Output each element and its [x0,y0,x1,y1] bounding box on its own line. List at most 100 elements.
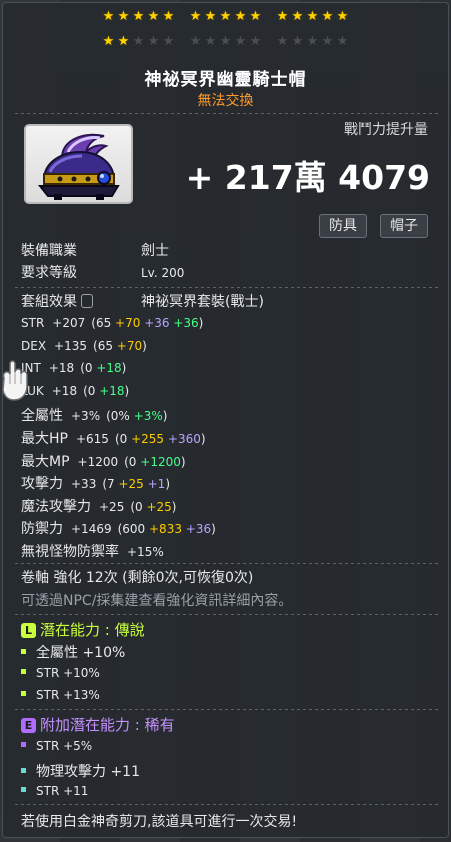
item-name: 神祕冥界幽靈騎士帽 [144,70,307,90]
stat-breakdown: ) [200,432,206,446]
star-filled-icon: ★ [162,9,175,24]
scroll-upgrade-hint: 可透過NPC/採集建查看強化資訊詳細內容。 [21,593,293,609]
star-filled-icon: ★ [132,9,145,24]
stat-breakdown: ) [211,522,216,537]
stat-total: +33 [71,477,97,492]
potential-text: 全屬性 +10% [36,645,126,661]
stat-row: 魔法攻擊力 +25 (0 +25) [21,496,176,516]
stat-row: 攻擊力 +33 (7 +25 +1) [21,473,170,493]
bonus-potential-header: E 附加潛在能力 : 稀有 [21,714,175,735]
star-filled-icon: ★ [234,9,247,24]
bullet-icon [21,668,26,674]
star-filled-icon: ★ [291,9,304,24]
job-row: 裝備職業 劍士 [21,240,169,260]
star-filled-icon: ★ [336,9,349,24]
tag-hat: 帽子 [380,214,428,238]
bullet-icon [21,742,26,747]
level-value: Lv. 200 [141,266,185,280]
stat-breakdown: +36 [144,316,170,330]
stat-breakdown: (7 [102,477,119,492]
stat-label: 最大HP [21,431,68,447]
potential-line: 全屬性 +10% [21,642,125,662]
stat-breakdown: (600 [117,522,149,537]
divider [15,804,438,805]
bonus-potential-grade: 稀有 [144,716,175,734]
combat-power-label: 戰鬥力提升量 [344,122,428,138]
stat-total: +615 [75,432,109,446]
stat-total: +1200 [77,454,119,469]
star-empty-icon: ★ [249,34,262,49]
potential-grade: 傳說 [114,621,145,639]
level-label: 要求等級 [21,265,77,281]
stat-label: 全屬性 [21,408,63,425]
potential-line: STR +13% [21,687,100,703]
stat-breakdown: ) [142,338,147,353]
star-empty-icon: ★ [219,34,232,49]
stat-row: 最大HP +615 (0 +255 +360) [21,428,206,448]
stat-breakdown: ) [165,477,171,492]
stat-breakdown: +70 [116,338,143,353]
stat-breakdown: +18 [99,383,125,398]
stat-total: +18 [48,361,75,376]
stat-breakdown: (0 [80,361,97,376]
stat-breakdown: +1 [147,477,166,492]
stat-breakdown: +70 [115,316,141,330]
star-empty-icon: ★ [321,34,334,49]
stat-label: 攻擊力 [21,476,63,493]
epic-badge-icon: E [21,718,36,733]
stat-breakdown: (0 [83,383,100,398]
potential-line: STR +10% [21,665,100,681]
footer-note: 若使用白金神奇剪刀,該道具可進行一次交易! [21,814,298,830]
potential-text: STR +11 [36,784,89,798]
potential-text: STR +10% [36,665,100,680]
stat-row: 全屬性 +3% (0% +3%) [21,405,167,425]
stat-breakdown: +25 [146,499,172,514]
bullet-icon [21,691,26,696]
star-group: ★ ★ ★ ★ ★ [189,10,262,23]
divider [15,709,438,710]
star-filled-icon: ★ [102,9,115,24]
stat-breakdown: +18 [96,361,122,376]
stat-breakdown: +36 [173,316,199,330]
stat-total: +207 [52,316,86,330]
potential-header: L 潛在能力 : 傳說 [21,619,145,640]
stat-breakdown: ) [171,499,177,514]
stat-breakdown: +36 [185,522,212,537]
potential-line: STR +11 [21,783,88,799]
bullet-icon [21,787,26,792]
stat-label: 魔法攻擊力 [21,498,91,515]
divider [15,563,438,564]
star-group: ★ ★ ★ ★ ★ [276,35,349,48]
star-group: ★ ★ ★ ★ ★ [102,10,175,23]
job-label: 裝備職業 [21,243,77,259]
trade-status: 無法交換 [197,93,254,109]
potential-text: STR +5% [36,739,93,753]
star-empty-icon: ★ [132,34,145,49]
star-filled-icon: ★ [147,9,160,24]
stat-breakdown: +833 [149,522,182,537]
potential-title: 潛在能力 [40,621,101,639]
star-filled-icon: ★ [117,9,130,24]
star-empty-icon: ★ [291,34,304,49]
scroll-upgrade-text: 卷軸 強化 12次 (剩餘0次,可恢復0次) [21,570,254,586]
star-filled-icon: ★ [321,9,334,24]
star-empty-icon: ★ [204,34,217,49]
bullet-icon [21,767,26,773]
stat-breakdown: (0% [106,409,134,424]
star-empty-icon: ★ [162,34,175,49]
star-filled-icon: ★ [219,9,232,24]
glove-cursor-icon [2,360,28,401]
stat-breakdown: +255 [131,432,165,446]
star-group: ★ ★ ★ ★ ★ [276,10,349,23]
potential-text: 物理攻擊力 +11 [36,763,140,780]
stat-total: +25 [99,499,125,514]
star-force-row-1: ★ ★ ★ ★ ★ ★ ★ ★ ★ ★ ★ ★ ★ ★ ★ [3,10,448,23]
bonus-potential-title: 附加潛在能力 [40,716,131,734]
star-group: ★ ★ ★ ★ ★ [102,35,175,48]
stat-row: STR +207 (65 +70 +36 +36) [21,315,203,331]
helmet-icon [37,133,120,200]
stat-breakdown: ) [121,361,127,376]
stat-breakdown: (0 [130,499,147,514]
star-force-row-2: ★ ★ ★ ★ ★ ★ ★ ★ ★ ★ ★ ★ ★ ★ ★ [3,35,448,48]
stat-total: +15% [127,545,164,559]
